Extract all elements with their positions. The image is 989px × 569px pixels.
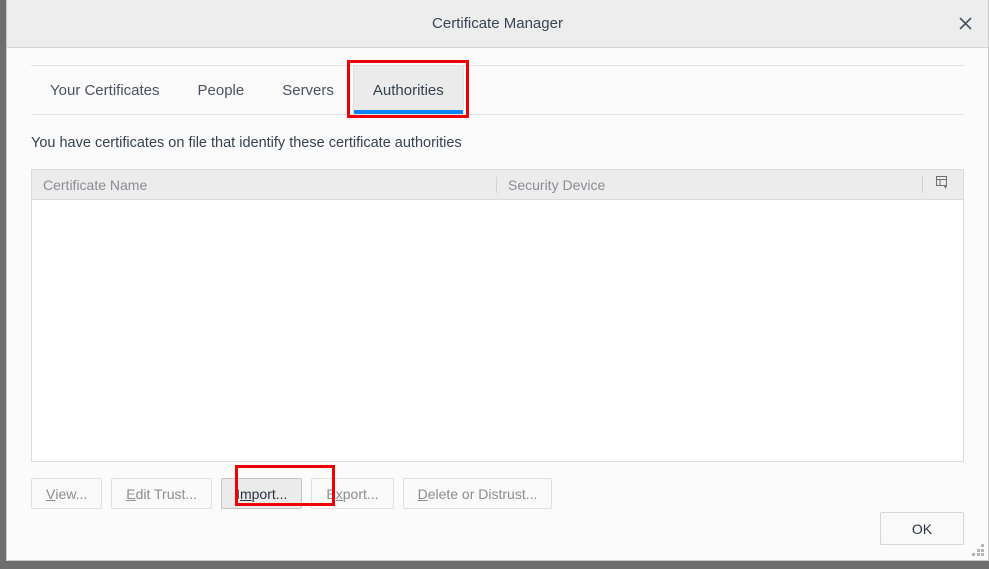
import-button[interactable]: Im port... <box>221 478 303 509</box>
btn-accesskey: m <box>239 485 252 502</box>
btn-post: elete or Distrust... <box>427 485 538 502</box>
view-button[interactable]: View... <box>31 478 103 509</box>
edit-trust-button[interactable]: Edit Trust... <box>111 478 213 509</box>
dialog-body: Your Certificates People Servers Authori… <box>7 48 988 560</box>
action-button-row: View... Edit Trust... Im port... Ex port..… <box>31 478 964 509</box>
btn-pre: E <box>326 485 336 502</box>
tab-label: Authorities <box>372 81 444 99</box>
btn-post: port... <box>342 485 379 502</box>
tab-label: People <box>197 81 245 99</box>
btn-post: port... <box>251 485 288 502</box>
table-header-row: Certificate Name Security Device <box>32 170 963 200</box>
btn-post: iew... <box>55 485 88 502</box>
tabstrip: Your Certificates People Servers Authori… <box>31 65 964 115</box>
btn-accesskey: D <box>417 485 428 502</box>
export-button[interactable]: Ex port... <box>311 478 394 509</box>
dialog-titlebar: Certificate Manager <box>7 0 988 48</box>
dialog-title: Certificate Manager <box>432 15 563 32</box>
btn-accesskey: E <box>126 485 136 502</box>
column-picker-button[interactable] <box>922 176 963 193</box>
close-icon <box>958 16 972 30</box>
certificates-table: Certificate Name Security Device <box>31 169 964 462</box>
tab-label: Servers <box>282 81 334 99</box>
resize-grip[interactable] <box>972 544 985 557</box>
ok-button[interactable]: OK <box>880 512 964 545</box>
column-header-certificate-name[interactable]: Certificate Name <box>32 177 496 193</box>
tab-authorities[interactable]: Authorities <box>352 66 464 114</box>
close-button[interactable] <box>942 0 988 46</box>
btn-accesskey: x <box>335 485 343 502</box>
description-text: You have certificates on file that ident… <box>31 135 462 151</box>
tab-servers[interactable]: Servers <box>263 66 353 114</box>
column-header-security-device[interactable]: Security Device <box>496 176 922 193</box>
column-picker-icon <box>936 176 950 193</box>
dialog-footer: OK <box>880 512 964 545</box>
tab-your-certificates[interactable]: Your Certificates <box>31 66 179 114</box>
delete-or-distrust-button[interactable]: Delete or Distrust... <box>402 478 553 509</box>
certificate-manager-dialog: Certificate Manager Your Certificates Pe… <box>6 0 989 561</box>
tab-people[interactable]: People <box>179 66 264 114</box>
btn-accesskey: V <box>46 485 56 502</box>
btn-post: dit Trust... <box>135 485 198 502</box>
table-body[interactable] <box>32 200 963 461</box>
tab-label: Your Certificates <box>50 81 160 99</box>
